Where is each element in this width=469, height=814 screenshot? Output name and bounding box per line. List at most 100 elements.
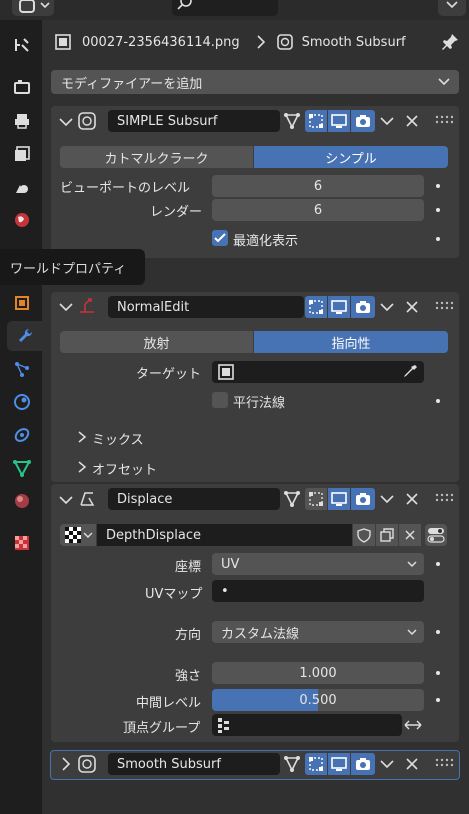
edit-mode-toggle[interactable] (305, 296, 327, 318)
modifier-name-text: NormalEdit (117, 299, 190, 315)
keyframe-dot[interactable] (436, 208, 440, 212)
fake-user-button[interactable] (353, 524, 375, 546)
collapse-chevron-icon[interactable] (57, 298, 75, 316)
on-cage-toggle[interactable] (281, 753, 303, 775)
keyframe-dot[interactable] (436, 237, 440, 241)
constraint-icon (14, 428, 30, 442)
midlevel-slider[interactable]: 0.500 (212, 689, 424, 711)
direction-dropdown[interactable]: カスタム法線 (212, 621, 424, 643)
render-levels-field[interactable]: 6 (212, 199, 424, 221)
viewport-toggle[interactable] (328, 753, 350, 775)
chevron-down-icon (83, 532, 93, 538)
texture-name-field[interactable]: DepthDisplace (97, 524, 352, 546)
direction-label: 方向 (175, 628, 202, 643)
keyframe-dot[interactable] (436, 184, 440, 188)
viewport-toggle[interactable] (328, 296, 350, 318)
close-icon[interactable] (403, 755, 421, 773)
pin-icon[interactable] (439, 31, 461, 53)
keyframe-dot[interactable] (436, 562, 440, 566)
drag-handle-icon[interactable] (435, 492, 453, 504)
tab-view-layer[interactable] (7, 139, 37, 169)
subdivision-catmull-clark[interactable]: カトマルクラーク (60, 146, 253, 168)
tab-output[interactable] (7, 106, 37, 136)
modifier-name-field[interactable]: SIMPLE Subsurf (108, 110, 280, 132)
collapse-chevron-icon[interactable] (57, 113, 75, 131)
tab-constraints[interactable] (7, 420, 37, 450)
eyedropper-icon[interactable] (400, 362, 420, 382)
unlink-button[interactable] (399, 524, 421, 546)
tab-tool[interactable] (7, 30, 37, 60)
coords-label: 座標 (175, 560, 202, 575)
tab-texture[interactable] (7, 528, 37, 558)
close-icon[interactable] (403, 490, 421, 508)
modifier-menu-chevron-icon[interactable] (378, 490, 396, 508)
vertex-group-field[interactable] (212, 714, 402, 736)
add-modifier-dropdown[interactable]: モディファイアーを追加 (51, 70, 459, 94)
editor-type-button[interactable] (12, 0, 54, 16)
subpanel-offset[interactable]: オフセット (92, 459, 157, 478)
close-icon[interactable] (403, 112, 421, 130)
drag-handle-icon[interactable] (435, 114, 453, 126)
tab-scene[interactable] (7, 172, 37, 202)
on-cage-toggle[interactable] (281, 488, 303, 510)
keyframe-dot[interactable] (436, 671, 440, 675)
modifier-menu-chevron-icon[interactable] (378, 298, 396, 316)
texture-browse-button[interactable] (60, 524, 96, 546)
modifier-name-field[interactable]: Displace (108, 488, 280, 510)
edit-mode-toggle[interactable] (305, 488, 327, 510)
options-dropdown[interactable] (438, 0, 466, 16)
mode-directional[interactable]: 指向性 (254, 331, 448, 353)
tab-material[interactable] (7, 486, 37, 516)
mode-radial[interactable]: 放射 (60, 331, 253, 353)
subpanel-mix[interactable]: ミックス (92, 429, 144, 448)
coords-dropdown[interactable]: UV (212, 553, 424, 575)
modifier-menu-chevron-icon[interactable] (378, 112, 396, 130)
render-toggle[interactable] (351, 753, 375, 775)
keyframe-dot[interactable] (436, 630, 440, 634)
optimal-display-checkbox[interactable] (212, 230, 228, 246)
modifier-menu-chevron-icon[interactable] (378, 755, 396, 773)
edit-mode-toggle[interactable] (305, 753, 327, 775)
tab-object[interactable] (7, 288, 37, 318)
duplicate-button[interactable] (376, 524, 398, 546)
modifier-name-field[interactable]: Smooth Subsurf (108, 753, 280, 775)
uvmap-field[interactable]: • (212, 580, 424, 602)
texture-properties-button[interactable] (425, 524, 447, 546)
tooltip-text: ワールドプロパティ (10, 261, 127, 277)
viewport-toggle[interactable] (328, 488, 350, 510)
render-toggle[interactable] (351, 110, 375, 132)
parallel-normals-checkbox[interactable] (212, 392, 228, 408)
subdivision-simple[interactable]: シンプル (254, 146, 448, 168)
tab-world[interactable] (7, 205, 37, 235)
texture-name-text: DepthDisplace (106, 527, 201, 543)
collapse-chevron-icon[interactable] (57, 491, 75, 509)
simple-label: シンプル (325, 151, 377, 167)
keyframe-dot[interactable] (436, 399, 440, 403)
tab-render[interactable] (7, 72, 37, 102)
tab-modifiers[interactable] (7, 321, 42, 351)
search-field[interactable] (172, 0, 278, 16)
strength-field[interactable]: 1.000 (212, 662, 424, 684)
modifier-name-field[interactable]: NormalEdit (108, 296, 304, 318)
tab-physics[interactable] (7, 387, 37, 417)
render-toggle[interactable] (351, 296, 375, 318)
expand-chevron-icon[interactable] (57, 755, 75, 773)
normal-edit-icon (80, 298, 94, 313)
edit-mode-icon (309, 757, 323, 771)
viewport-levels-label: ビューポートのレベル (60, 181, 191, 196)
drag-handle-icon[interactable] (435, 757, 453, 769)
on-cage-toggle[interactable] (281, 110, 303, 132)
tab-data[interactable] (7, 453, 37, 483)
tab-particles[interactable] (7, 354, 37, 384)
edit-mode-toggle[interactable] (305, 110, 327, 132)
invert-vertex-group-button[interactable] (402, 714, 424, 736)
monitor-icon (331, 492, 347, 506)
target-object-field[interactable] (212, 361, 424, 383)
chevron-right-icon (257, 35, 265, 49)
drag-handle-icon[interactable] (435, 300, 453, 312)
render-toggle[interactable] (351, 488, 375, 510)
keyframe-dot[interactable] (436, 698, 440, 702)
close-icon[interactable] (403, 298, 421, 316)
viewport-levels-field[interactable]: 6 (212, 175, 424, 197)
viewport-toggle[interactable] (328, 110, 350, 132)
